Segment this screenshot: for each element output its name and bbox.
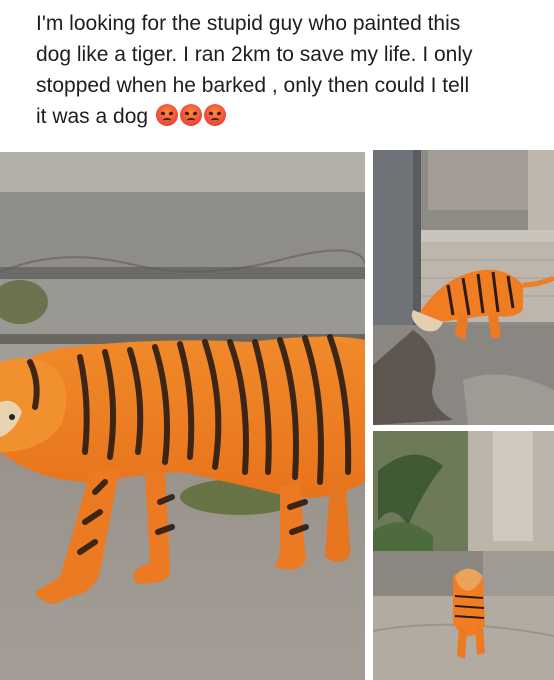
post-text-line: it was a dog xyxy=(36,105,149,128)
angry-face-icon xyxy=(179,104,202,126)
post-card: I'm looking for the stupid guy who paint… xyxy=(0,0,554,680)
tiger-striped-dog-by-wall-photo[interactable] xyxy=(373,150,554,425)
post-text: I'm looking for the stupid guy who paint… xyxy=(36,8,536,132)
tiger-striped-dog-closeup-photo[interactable] xyxy=(0,152,365,680)
angry-face-icon xyxy=(203,104,226,126)
post-text-line: dog like a tiger. I ran 2km to save my l… xyxy=(36,43,473,66)
post-text-line: stopped when he barked , only then could… xyxy=(36,74,470,97)
angry-face-icon xyxy=(155,104,178,126)
post-text-line: I'm looking for the stupid guy who paint… xyxy=(36,12,461,35)
tiger-striped-dog-walking-photo[interactable] xyxy=(373,431,554,680)
post-text-line-last: it was a dog xyxy=(36,101,536,132)
